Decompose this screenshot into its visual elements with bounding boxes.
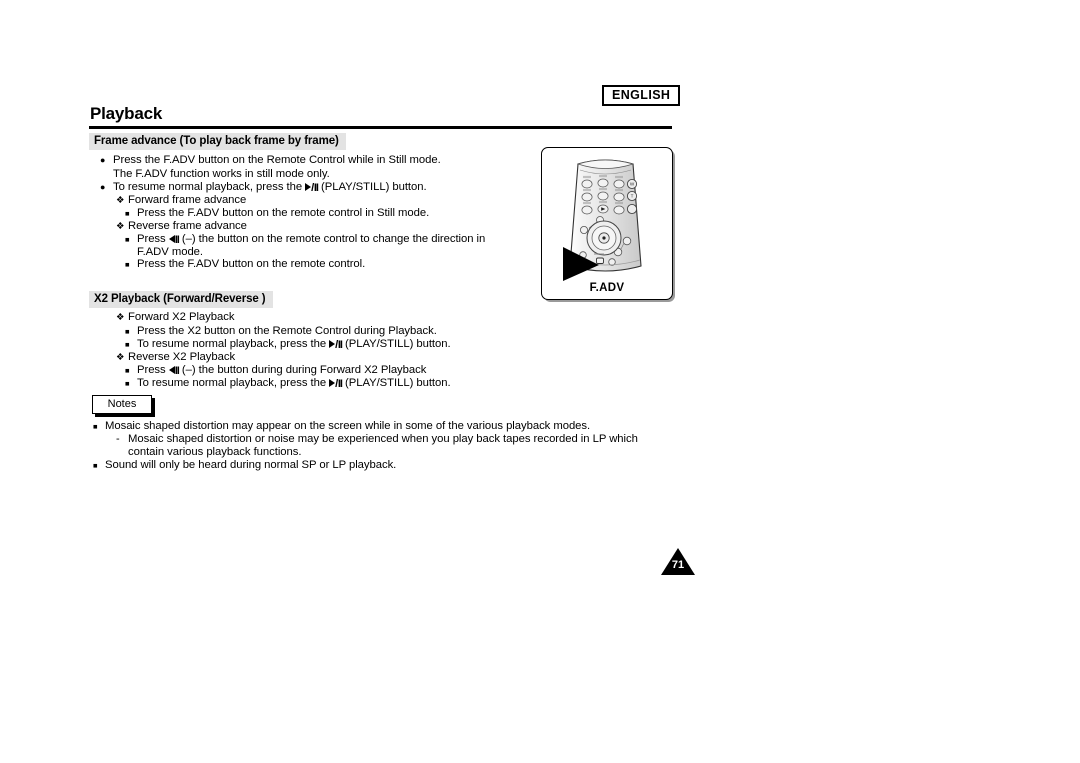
x2-playback-line-1: Press the X2 button on the Remote Contro…	[125, 325, 437, 338]
frame-advance-line-5: Reverse frame advance	[116, 220, 247, 233]
notes-label-box: Notes	[92, 395, 152, 414]
frame-advance-line-6: Press II (–) the button on the remote co…	[125, 233, 485, 248]
illustration-caption: F.ADV	[589, 282, 625, 294]
play-still-icon: /II	[305, 182, 319, 196]
reverse-play-icon: II	[168, 365, 180, 379]
section-heading-x2-playback: X2 Playback (Forward/Reverse )	[89, 291, 273, 308]
remote-control-drawing: W T	[563, 159, 642, 281]
remote-control-illustration: W T F.ADV	[541, 147, 673, 300]
page-title: Playback	[90, 104, 163, 123]
language-badge: ENGLISH	[602, 85, 681, 106]
reverse-play-icon: II	[168, 234, 180, 248]
notes-line-1: Mosaic shaped distortion or noise may be…	[116, 433, 638, 446]
svg-text:W: W	[630, 182, 635, 187]
frame-advance-line-0: Press the F.ADV button on the Remote Con…	[100, 154, 441, 167]
frame-advance-line-8: Press the F.ADV button on the remote con…	[125, 258, 365, 271]
notes-line-2: contain various playback functions.	[128, 446, 302, 458]
x2-playback-line-0: Forward X2 Playback	[116, 311, 235, 324]
section-heading-frame-advance: Frame advance (To play back frame by fra…	[89, 133, 346, 150]
remote-fadv-button	[596, 257, 604, 264]
play-still-icon: /II	[329, 378, 343, 392]
frame-advance-line-1: The F.ADV function works in still mode o…	[113, 168, 330, 180]
notes-line-0: Mosaic shaped distortion may appear on t…	[93, 420, 590, 433]
svg-text:T: T	[631, 194, 634, 199]
frame-advance-line-3: Forward frame advance	[116, 194, 246, 207]
page-number-badge: 71	[661, 548, 695, 575]
page-number-text: 71	[671, 559, 685, 571]
x2-playback-line-4: Press II (–) the button during during Fo…	[125, 364, 426, 379]
manual-page: ENGLISH Playback Frame advance (To play …	[0, 0, 1080, 763]
play-still-icon: /II	[329, 339, 343, 353]
x2-playback-line-3: Reverse X2 Playback	[116, 351, 235, 364]
frame-advance-line-4: Press the F.ADV button on the remote con…	[125, 207, 429, 220]
notes-line-3: Sound will only be heard during normal S…	[93, 459, 396, 472]
x2-playback-line-5: To resume normal playback, press the /II…	[125, 377, 451, 392]
title-rule	[89, 126, 672, 129]
x2-playback-line-2: To resume normal playback, press the /II…	[125, 338, 451, 353]
frame-advance-line-2: To resume normal playback, press the /II…	[100, 181, 427, 196]
